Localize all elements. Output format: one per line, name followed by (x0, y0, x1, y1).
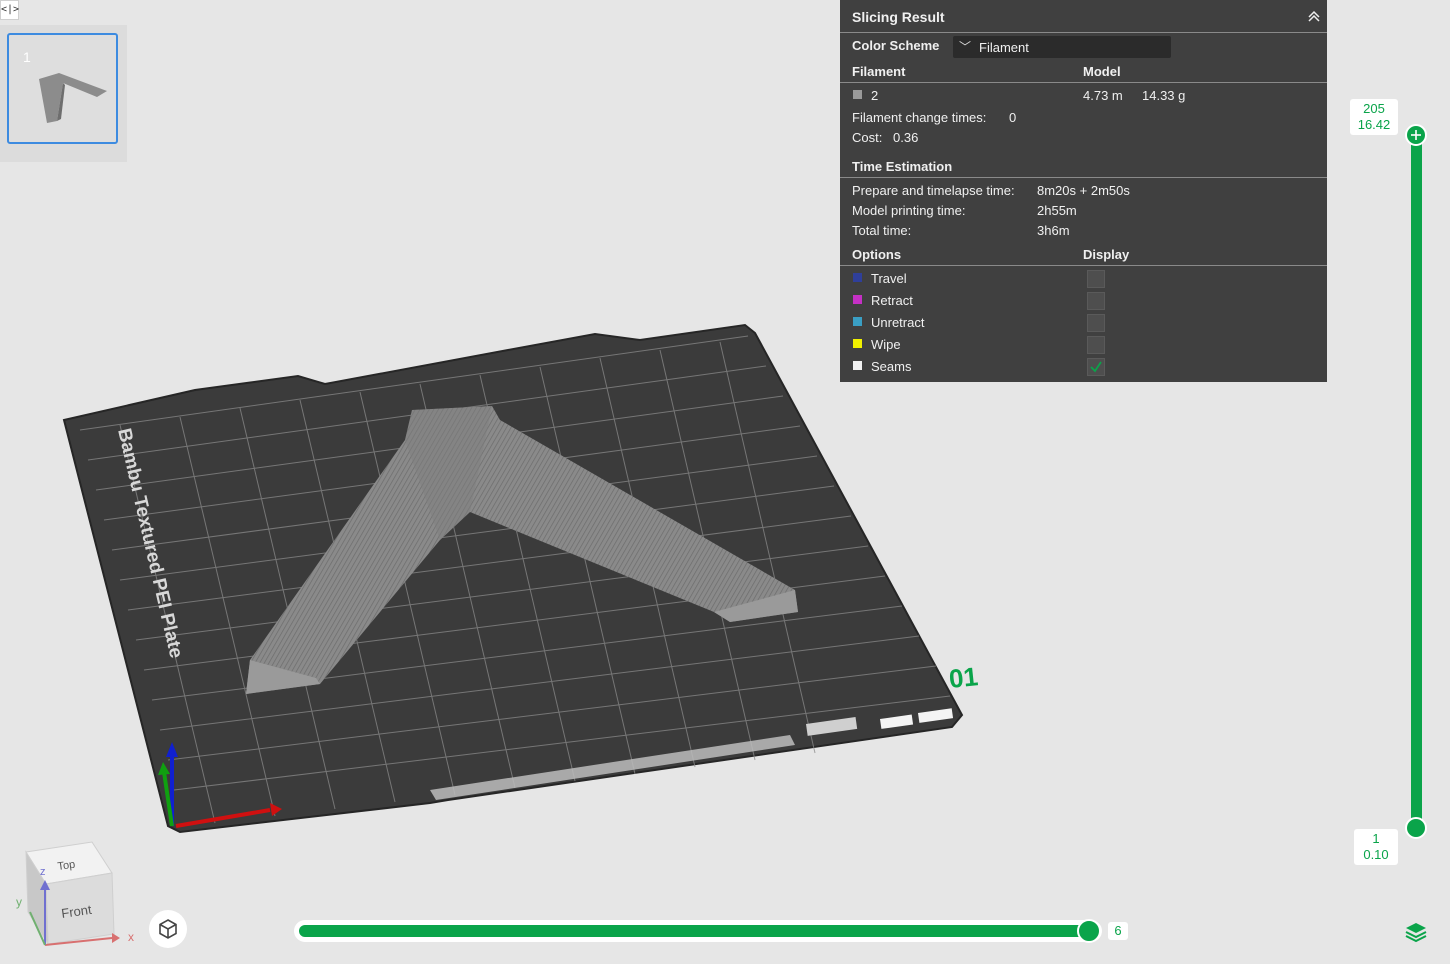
model-print-time-label: Model printing time: (852, 203, 966, 218)
option-retract-checkbox[interactable] (1087, 292, 1105, 310)
color-scheme-dropdown[interactable]: ﹀ Filament (953, 36, 1171, 58)
prepare-time-label: Prepare and timelapse time: (852, 183, 1015, 198)
checkmark-icon (1090, 361, 1102, 373)
seams-color-swatch (853, 361, 862, 370)
option-unretract-checkbox[interactable] (1087, 314, 1105, 332)
retract-color-swatch (853, 295, 862, 304)
plate-number: 01 (947, 661, 979, 694)
svg-text:x: x (128, 930, 134, 944)
color-scheme-value: Filament (979, 40, 1029, 55)
display-column-header: Display (1083, 247, 1130, 262)
move-slider-track[interactable] (299, 925, 1092, 937)
svg-text:z: z (40, 866, 46, 878)
reset-view-icon (159, 919, 177, 939)
filament-name: 2 (871, 88, 879, 103)
filament-change-label: Filament change times: (852, 110, 987, 125)
slicing-result-title: Slicing Result (852, 9, 945, 25)
time-estimation-title: Time Estimation (852, 159, 953, 174)
layer-slider-bottom-handle[interactable] (1405, 817, 1427, 839)
view-cube: Top Front x y z (16, 841, 134, 946)
model-column-header: Model (1083, 64, 1121, 79)
cost-value: 0.36 (893, 130, 919, 145)
chevron-down-icon: ﹀ (959, 40, 972, 54)
unretract-color-swatch (853, 317, 862, 326)
option-travel-label: Travel (871, 271, 907, 286)
svg-text:Top: Top (57, 859, 76, 873)
option-seams-label: Seams (871, 359, 912, 374)
model-print-time-value: 2h55m (1037, 203, 1077, 218)
bottom-layer-number: 1 (1372, 831, 1380, 846)
top-layer-number: 205 (1363, 101, 1385, 116)
color-scheme-label: Color Scheme (852, 38, 940, 53)
filament-weight: 14.33 g (1142, 88, 1186, 103)
travel-color-swatch (853, 273, 862, 282)
top-layer-height: 16.42 (1357, 117, 1391, 132)
layer-slider-top-handle[interactable] (1405, 124, 1427, 146)
option-unretract-label: Unretract (871, 315, 925, 330)
total-time-value: 3h6m (1037, 223, 1070, 238)
move-slider-handle[interactable] (1077, 919, 1101, 943)
layer-slider-track[interactable] (1411, 134, 1422, 830)
wipe-color-swatch (853, 339, 862, 348)
move-slider-value: 6 (1108, 922, 1128, 940)
layer-slider-top-label: 205 16.42 (1350, 99, 1398, 135)
layer-slider-bottom-label: 1 0.10 (1354, 829, 1398, 865)
total-time-label: Total time: (852, 223, 912, 238)
option-travel-checkbox[interactable] (1087, 270, 1105, 288)
filament-column-header: Filament (852, 64, 906, 79)
plus-icon (1411, 130, 1421, 140)
option-wipe-label: Wipe (871, 337, 901, 352)
filament-length: 4.73 m (1083, 88, 1123, 103)
collapse-panel-icon[interactable] (1307, 9, 1321, 23)
filament-color-swatch (853, 90, 862, 99)
filament-change-value: 0 (1009, 110, 1017, 125)
bottom-layer-height: 0.10 (1363, 847, 1389, 862)
svg-text:y: y (16, 895, 22, 909)
option-retract-label: Retract (871, 293, 913, 308)
options-column-header: Options (852, 247, 902, 262)
layers-icon[interactable] (1404, 919, 1428, 943)
slicing-result-panel: Slicing Result Color Scheme ﹀ Filament F… (840, 0, 1327, 382)
option-seams-checkbox[interactable] (1087, 358, 1105, 376)
cost-label: Cost: (852, 130, 883, 145)
option-wipe-checkbox[interactable] (1087, 336, 1105, 354)
prepare-time-value: 8m20s + 2m50s (1037, 183, 1130, 198)
reset-view-button[interactable] (149, 910, 187, 948)
